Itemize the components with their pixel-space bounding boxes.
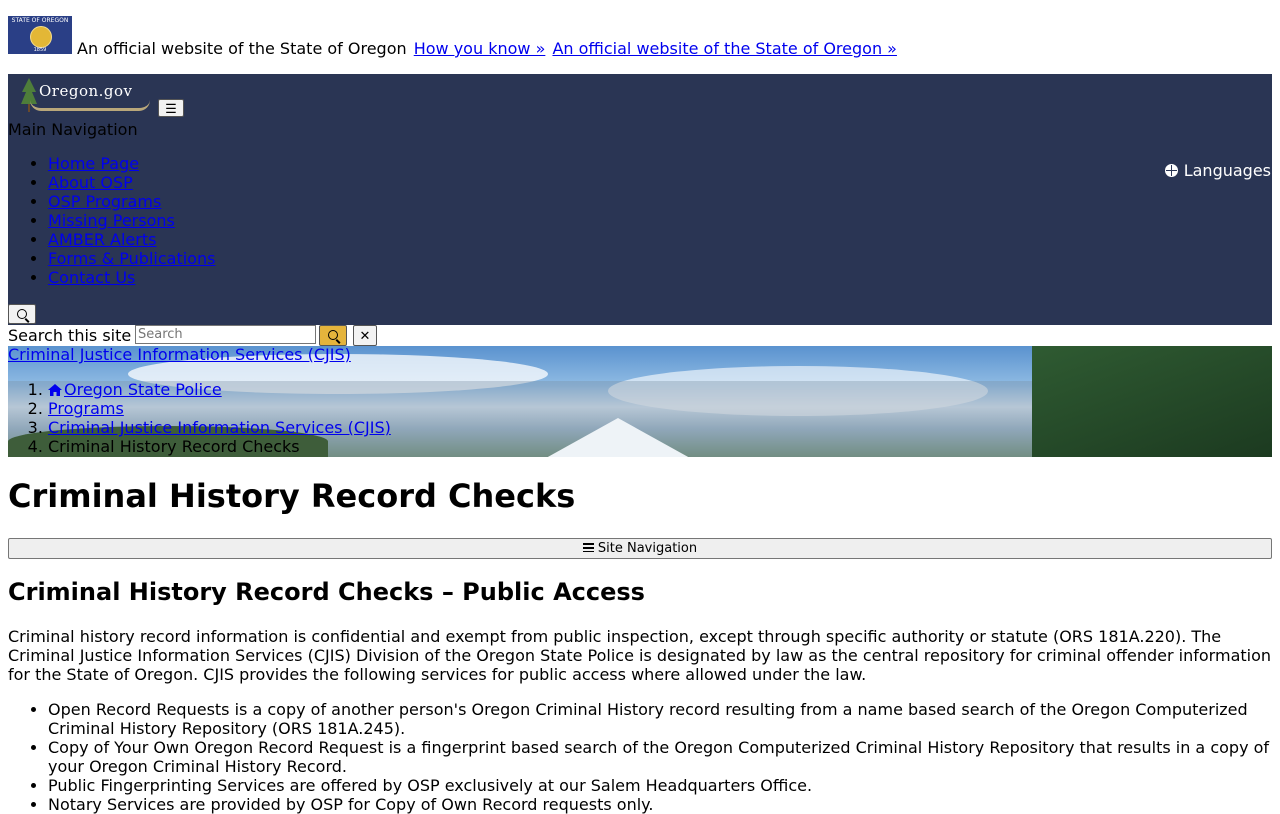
search-toggle-button[interactable] (8, 304, 36, 324)
hero-title-link[interactable]: Criminal Justice Information Services (C… (8, 345, 351, 364)
languages-label: Languages (1183, 161, 1271, 180)
nav-item: Home Page (48, 154, 215, 173)
nav-link-missing-persons[interactable]: Missing Persons (48, 211, 175, 230)
breadcrumb-item: Programs (48, 399, 391, 418)
state-seal-icon (30, 26, 52, 48)
breadcrumb-link-home[interactable]: Oregon State Police (48, 380, 222, 399)
mount-hood-shape (528, 418, 708, 457)
official-site-link[interactable]: An official website of the State of Oreg… (552, 39, 897, 58)
oregon-gov-logo[interactable]: Oregon.gov (20, 78, 160, 116)
service-item: Notary Services are provided by OSP for … (48, 795, 1272, 814)
hero-forest (1032, 346, 1272, 457)
logo-swoosh (30, 100, 150, 111)
logo-text: Oregon.gov (39, 82, 133, 100)
nav-item: OSP Programs (48, 192, 215, 211)
banner-text-row: An official website of the State of Oreg… (77, 39, 897, 58)
breadcrumb: Oregon State Police Programs Criminal Ju… (8, 380, 391, 456)
breadcrumb-label: Oregon State Police (64, 380, 222, 399)
service-item: Public Fingerprinting Services are offer… (48, 776, 1272, 795)
nav-item: About OSP (48, 173, 215, 192)
menu-toggle-button[interactable]: ☰ (158, 99, 184, 117)
how-you-know-link[interactable]: How you know » (414, 39, 546, 58)
breadcrumb-item-current: Criminal History Record Checks (48, 437, 391, 456)
flag-year: 1859 (33, 47, 47, 53)
search-label: Search this site (8, 326, 132, 345)
main-navigation: Home Page About OSP OSP Programs Missing… (8, 154, 215, 287)
intro-paragraph: Criminal history record information is c… (8, 627, 1272, 684)
search-icon (328, 330, 338, 340)
site-header: Oregon.gov ☰ Main Navigation Home Page A… (8, 74, 1272, 325)
services-list: Open Record Requests is a copy of anothe… (8, 700, 1272, 814)
service-item: Open Record Requests is a copy of anothe… (48, 700, 1272, 738)
nav-link-contact[interactable]: Contact Us (48, 268, 135, 287)
nav-item: Forms & Publications (48, 249, 215, 268)
nav-link-forms[interactable]: Forms & Publications (48, 249, 215, 268)
breadcrumb-item: Oregon State Police (48, 380, 391, 399)
site-navigation-button[interactable]: Site Navigation (8, 538, 1272, 559)
breadcrumb-item: Criminal Justice Information Services (C… (48, 418, 391, 437)
banner-text: An official website of the State of Oreg… (77, 39, 407, 58)
nav-link-amber-alerts[interactable]: AMBER Alerts (48, 230, 156, 249)
search-submit-button[interactable] (319, 325, 347, 346)
nav-item: Missing Persons (48, 211, 215, 230)
search-close-button[interactable]: ✕ (353, 325, 377, 346)
service-item: Copy of Your Own Oregon Record Request i… (48, 738, 1272, 776)
oregon-flag-icon: STATE OF OREGON 1859 (8, 16, 72, 54)
home-icon (48, 384, 62, 396)
breadcrumb-link-cjis[interactable]: Criminal Justice Information Services (C… (48, 418, 391, 437)
nav-link-home[interactable]: Home Page (48, 154, 139, 173)
section-heading: Criminal History Record Checks – Public … (8, 578, 645, 606)
main-navigation-label: Main Navigation (8, 120, 138, 139)
page-title: Criminal History Record Checks (8, 477, 576, 515)
nav-item: AMBER Alerts (48, 230, 215, 249)
search-icon (17, 309, 27, 319)
search-input[interactable] (135, 325, 316, 344)
nav-link-programs[interactable]: OSP Programs (48, 192, 161, 211)
site-navigation-label: Site Navigation (597, 541, 698, 556)
flag-top-text: STATE OF OREGON (11, 17, 69, 24)
globe-icon (1164, 164, 1178, 177)
nav-link-about[interactable]: About OSP (48, 173, 133, 192)
breadcrumb-link-programs[interactable]: Programs (48, 399, 124, 418)
languages-button[interactable]: Languages (1164, 161, 1271, 180)
hamburger-icon (582, 543, 594, 552)
nav-item: Contact Us (48, 268, 215, 287)
